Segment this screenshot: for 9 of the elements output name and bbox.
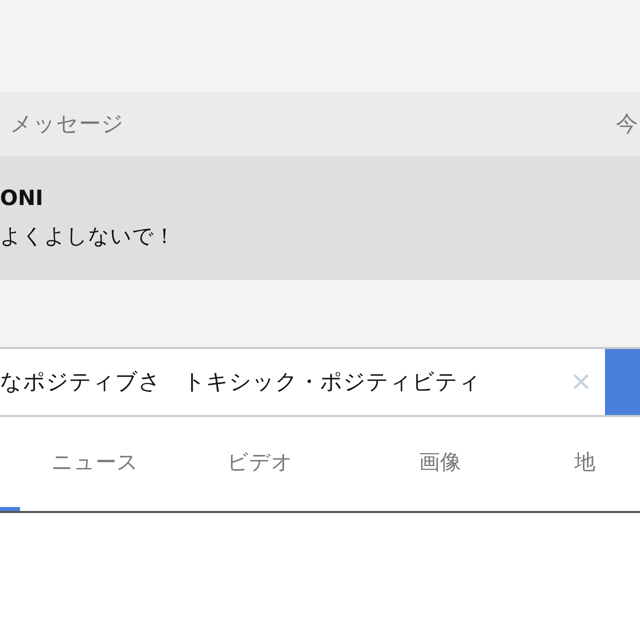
notification-time: 今	[616, 111, 638, 139]
tab[interactable]: ニュース	[20, 417, 170, 511]
sender-name: ONI	[0, 186, 44, 210]
message-text: よくよしないで！	[0, 223, 176, 250]
tab[interactable]: 地	[530, 417, 640, 511]
tab[interactable]: ビデオ	[170, 417, 350, 511]
search-field[interactable]: なポジティブさ トキシック・ポジティビティ ×	[0, 349, 605, 415]
app-name: メッセージ	[10, 111, 124, 139]
tab[interactable]: 画像	[350, 417, 530, 511]
